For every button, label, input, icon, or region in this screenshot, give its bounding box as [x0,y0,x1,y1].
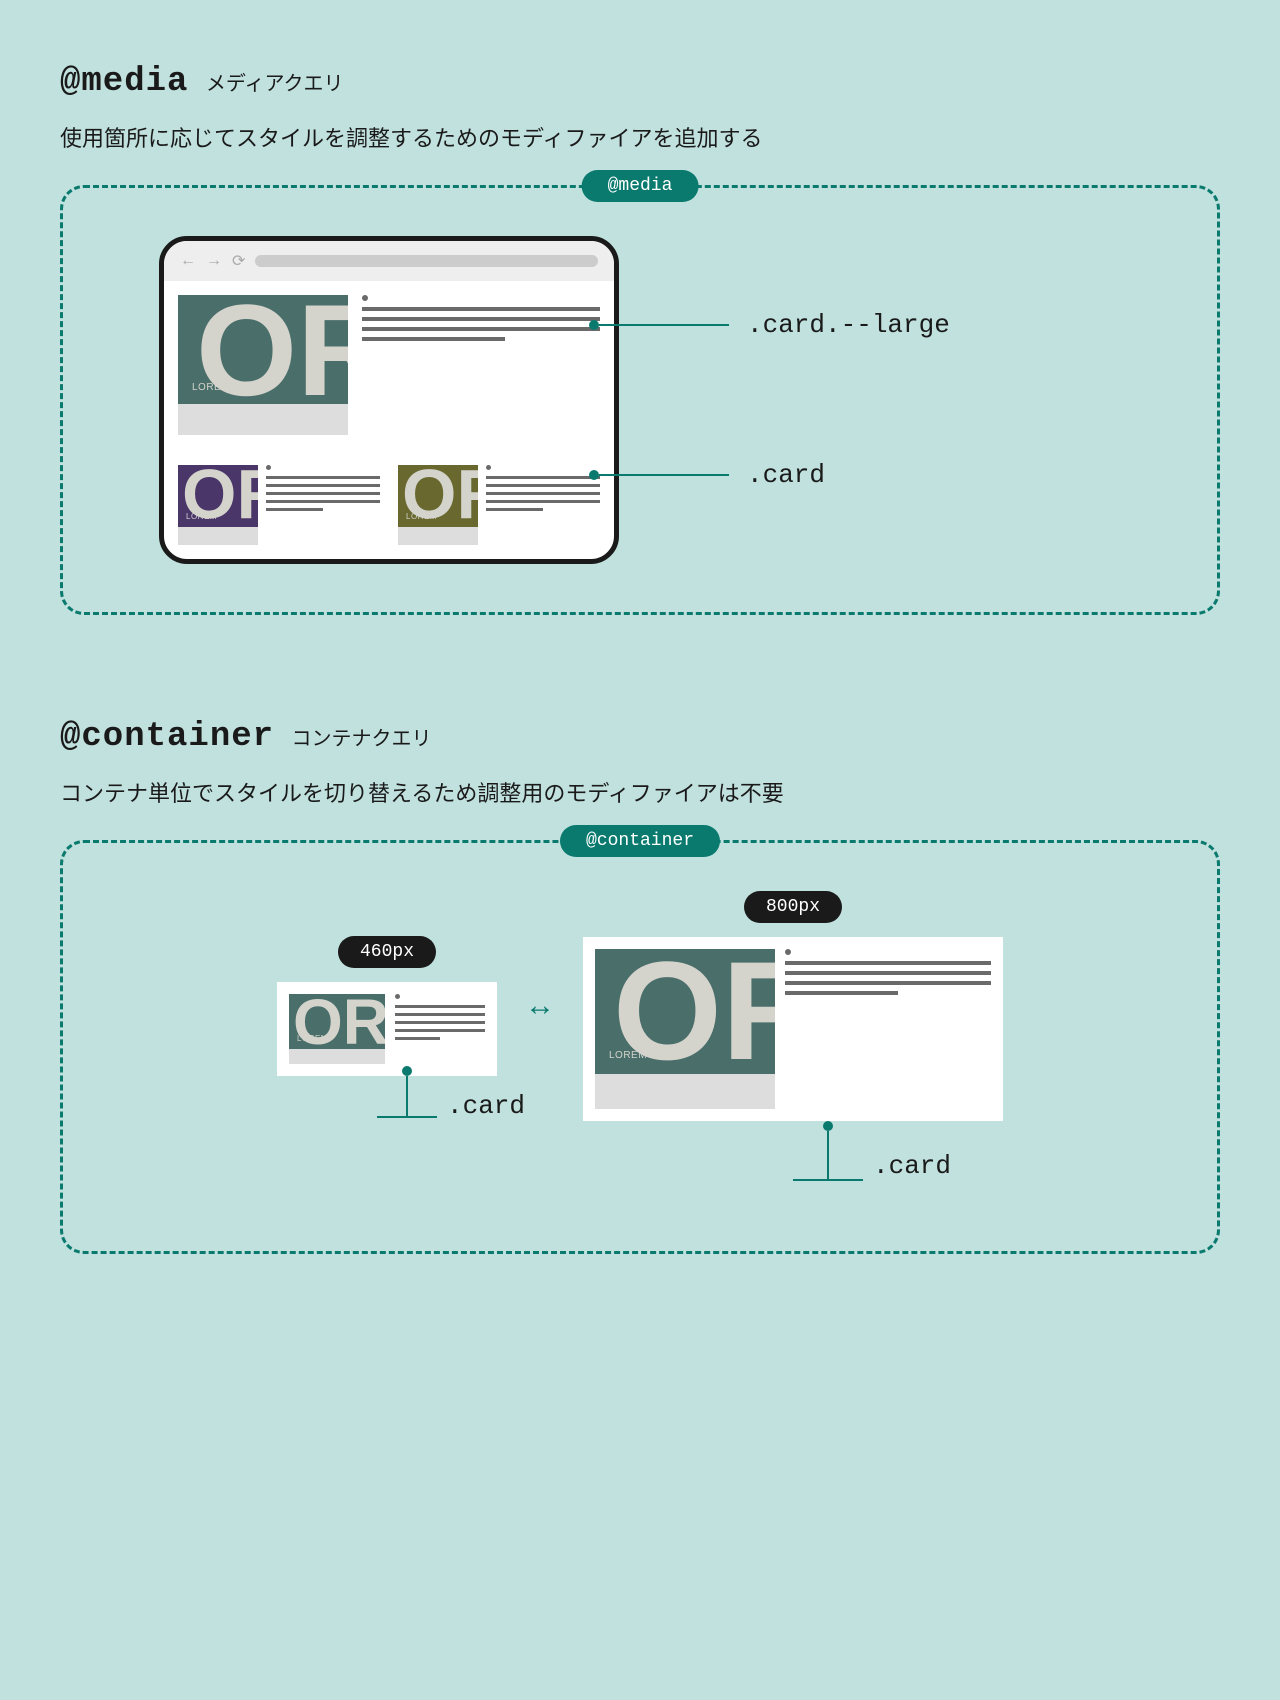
url-bar [255,255,598,267]
thumb-460: OR LOREM [289,994,385,1064]
down-pointer-460 [377,1066,437,1118]
browser-body: OR LOREM OR LOREM [164,281,614,559]
container-code: @container [60,718,274,756]
container-desc: コンテナ単位でスタイルを切り替えるため調整用のモディファイアは不要 [60,776,1220,808]
media-title: @media メディアクエリ [60,60,1220,101]
browser-bar: ← → ⟳ [164,241,614,281]
text-lines [362,295,600,435]
text-lines-sm [266,465,380,545]
media-sub: メディアクエリ [206,73,344,95]
thumb-small-olive: OR LOREM [398,465,478,545]
media-code: @media [60,63,188,101]
container-col-800: 800px OR LOREM [583,891,1003,1121]
media-row-1: ← → ⟳ OR LOREM [99,236,1181,564]
card-small-1: OR LOREM [178,465,380,545]
ptr-label-large: .card.--large [747,310,950,340]
card-small-row: OR LOREM OR LOREM [178,465,600,545]
lines-460 [395,994,485,1064]
container-col-460: 460px OR LOREM [277,936,497,1076]
container-section: @container コンテナクエリ コンテナ単位でスタイルを切り替えるため調整… [60,715,1220,1254]
container-title: @container コンテナクエリ [60,715,1220,756]
down-label-800: .card [873,1151,951,1181]
pointer-large: .card.--large [589,310,950,340]
size-460: 460px [338,936,436,968]
ptr-label-small: .card [747,460,825,490]
media-desc: 使用箇所に応じてスタイルを調整するためのモディファイアを追加する [60,121,1220,153]
text-lines-sm [486,465,600,545]
card-large: OR LOREM [178,295,600,435]
lines-800 [785,949,991,1109]
card-800: OR LOREM [583,937,1003,1121]
browser-mock: ← → ⟳ OR LOREM [159,236,619,564]
container-box: @container 460px OR LOREM [60,840,1220,1254]
card-small-2: OR LOREM [398,465,600,545]
pointer-small: .card [589,460,950,490]
pointer-stack: .card.--large .card [619,310,950,490]
container-row: 460px OR LOREM [99,891,1181,1121]
resize-arrow-icon: ↔ [525,989,555,1023]
forward-icon: → [206,252,222,270]
thumb-large: OR LOREM [178,295,348,435]
back-icon: ← [180,252,196,270]
media-section: @media メディアクエリ 使用箇所に応じてスタイルを調整するためのモディファ… [60,60,1220,615]
container-box-label: @container [560,825,720,857]
card-460: OR LOREM [277,982,497,1076]
down-label-460: .card [447,1091,525,1121]
down-pointer-800 [793,1121,863,1181]
media-box-label: @media [582,170,699,202]
reload-icon: ⟳ [232,251,245,271]
thumb-800: OR LOREM [595,949,775,1109]
size-800: 800px [744,891,842,923]
thumb-small-purple: OR LOREM [178,465,258,545]
container-sub: コンテナクエリ [292,728,432,750]
media-box: @media ← → ⟳ OR LOREM [60,185,1220,615]
